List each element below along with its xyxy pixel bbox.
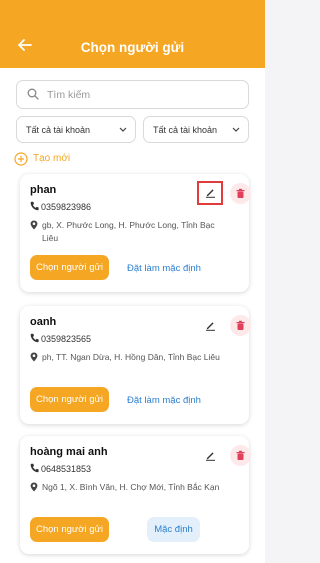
phone-icon: [30, 201, 39, 211]
trash-icon: [236, 450, 245, 460]
location-pin-icon: [30, 352, 38, 362]
phone-icon: [30, 333, 39, 343]
sender-card: oanh 0359823565 ph, TT. Ngan Dừa, H. Hồn…: [20, 306, 251, 424]
main-content: Tìm kiếm Tất cả tài khoản Tất cả tài kho…: [0, 68, 265, 563]
trash-icon: [236, 320, 245, 330]
edit-button[interactable]: [201, 446, 221, 466]
plus-circle-icon: [14, 152, 28, 166]
sender-name: phan: [30, 184, 57, 196]
delete-button[interactable]: [230, 445, 251, 466]
location-pin-icon: [30, 482, 38, 492]
sender-address: gb, X. Phước Long, H. Phước Long, Tỉnh B…: [30, 219, 220, 245]
account-filter-select[interactable]: Tất cả tài khoản: [16, 116, 136, 143]
set-default-link[interactable]: Đặt làm mặc định: [127, 395, 201, 406]
select-sender-button[interactable]: Chọn người gửi: [30, 517, 109, 542]
account-filter-select-2[interactable]: Tất cả tài khoản: [143, 116, 249, 143]
account-filter-value: Tất cả tài khoản: [26, 125, 91, 135]
delete-button[interactable]: [230, 183, 251, 204]
sender-address: ph, TT. Ngan Dừa, H. Hồng Dân, Tỉnh Bạc …: [30, 351, 220, 364]
account-filter-value-2: Tất cả tài khoản: [153, 125, 218, 135]
search-placeholder: Tìm kiếm: [47, 89, 91, 101]
sender-address: Ngõ 1, X. Bình Văn, H. Chợ Mới, Tỉnh Bắc…: [30, 481, 220, 494]
select-sender-button[interactable]: Chọn người gửi: [30, 255, 109, 280]
sender-card: hoàng mai anh 0648531853 Ngõ 1, X. Bình …: [20, 436, 251, 554]
pencil-icon: [206, 189, 215, 198]
location-pin-icon: [30, 220, 38, 230]
page-title: Chọn người gửi: [80, 40, 185, 55]
sender-card: phan 0359823986 gb, X. Phước Long, H. Ph…: [20, 174, 251, 292]
default-badge[interactable]: Mặc định: [147, 517, 200, 542]
app-header: Chọn người gửi: [0, 0, 265, 68]
search-input[interactable]: Tìm kiếm: [16, 80, 249, 109]
edit-button[interactable]: [197, 181, 223, 205]
create-new-label: Tạo mới: [33, 153, 71, 164]
phone-icon: [30, 463, 39, 473]
trash-icon: [236, 188, 245, 198]
chevron-down-icon: [119, 127, 127, 132]
search-icon: [27, 88, 39, 100]
select-sender-button[interactable]: Chọn người gửi: [30, 387, 109, 412]
set-default-link[interactable]: Đặt làm mặc định: [127, 263, 201, 274]
sender-name: hoàng mai anh: [30, 446, 108, 458]
edit-button[interactable]: [201, 316, 221, 336]
sender-name: oanh: [30, 316, 57, 328]
chevron-down-icon: [232, 127, 240, 132]
pencil-icon: [206, 322, 215, 331]
pencil-icon: [206, 452, 215, 461]
delete-button[interactable]: [230, 315, 251, 336]
